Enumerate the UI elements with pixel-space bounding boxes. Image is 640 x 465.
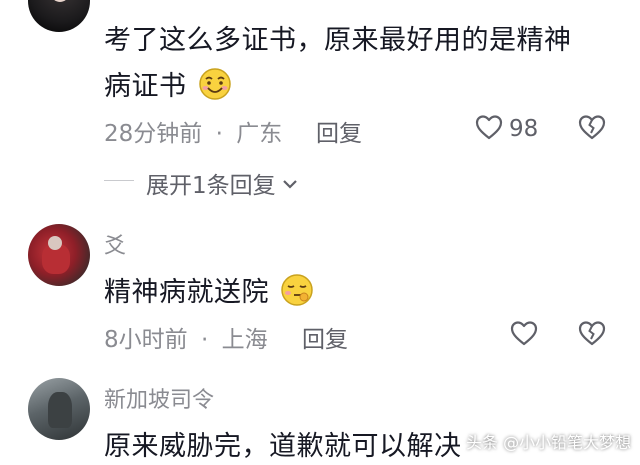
comment-time: 8小时前 [104,327,188,353]
comment-text-continued: 病证书 [104,64,232,108]
comment-text-line: 病证书 [104,71,187,102]
comment-time: 28分钟前 [104,121,203,147]
avatar[interactable] [28,0,90,32]
reply-button[interactable]: 回复 [316,114,362,148]
watermark: 头条 @小小铅笔大梦想 [466,433,632,452]
heart-icon [475,114,503,144]
comment-meta: 8小时前 · 上海 [104,320,268,354]
comment-text: 原来威胁完，道歉就可以解决 [104,424,462,463]
comment-text: 精神病就送院 [104,270,314,314]
avatar[interactable] [28,378,90,440]
avatar[interactable] [28,224,90,286]
comment-location: 上海 [221,327,268,353]
comment-text-line: 精神病就送院 [104,277,269,308]
like-count: 98 [509,116,539,142]
comment-username[interactable]: 新加坡司令 [104,382,214,414]
comment-username[interactable]: 爻 [104,228,126,260]
heart-icon [510,320,538,350]
comment-text: 考了这么多证书，原来最好用的是精神 [104,18,572,57]
dislike-button[interactable] [578,320,606,350]
like-button[interactable] [510,320,538,350]
broken-heart-icon [578,321,606,350]
expand-replies-label: 展开1条回复 [146,173,276,199]
chevron-down-icon [282,175,298,194]
separator: · [200,327,209,353]
like-button[interactable]: 98 [475,114,538,144]
comment-text-line: 原来威胁完，道歉就可以解决 [104,431,462,462]
smiling-face-icon [198,67,232,108]
divider [104,180,134,181]
comment-text-line: 考了这么多证书，原来最好用的是精神 [104,25,572,56]
separator: · [215,121,223,147]
comment-location: 广东 [236,121,283,147]
broken-heart-icon [578,115,606,144]
comment-meta: 28分钟前 · 广东 [104,114,282,148]
expand-replies-button[interactable]: 展开1条回复 [146,166,298,200]
zipper-mouth-face-icon [280,273,314,314]
dislike-button[interactable] [578,114,606,144]
reply-button[interactable]: 回复 [302,320,348,354]
